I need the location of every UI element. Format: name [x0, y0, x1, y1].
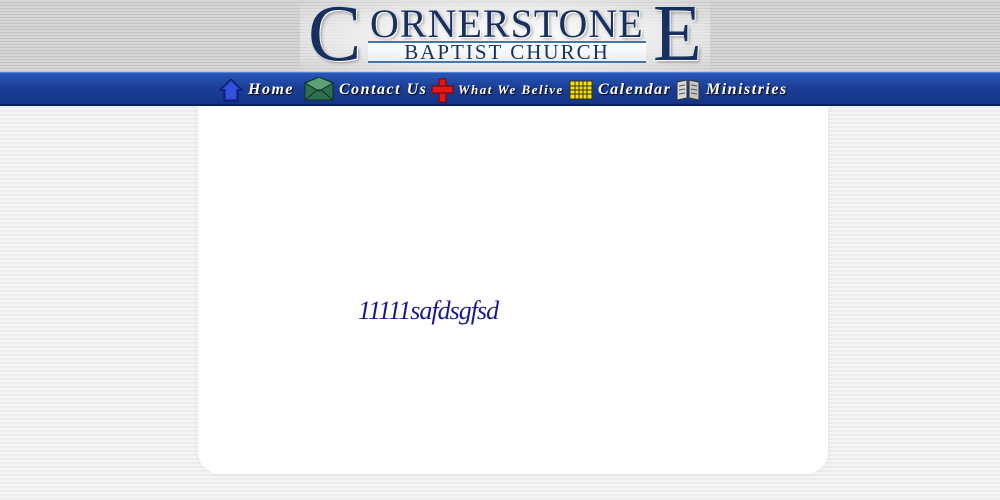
envelope-icon: [303, 76, 335, 103]
nav-item-contact-us[interactable]: Contact Us: [303, 75, 427, 105]
red-cross-icon: [430, 77, 454, 103]
main-content-panel: 11111safdsgfsd: [198, 106, 828, 474]
logo-first-letter: C: [308, 0, 361, 78]
home-icon: [218, 77, 244, 103]
nav-label-contact-us: Contact Us: [339, 81, 428, 98]
nav-label-calendar: Calendar: [598, 81, 672, 98]
logo-wordmark: C ORNERSTONE E BAPTIST CHURCH: [308, 0, 708, 78]
nav-item-home[interactable]: Home: [218, 75, 294, 105]
nav-item-ministries[interactable]: Ministries: [674, 75, 788, 105]
nav-label-what-we-believe: What We Belive: [458, 82, 564, 97]
logo-last-letter: E: [653, 0, 702, 78]
book-icon: [674, 77, 702, 103]
nav-item-calendar[interactable]: Calendar: [568, 75, 671, 105]
church-logo[interactable]: C ORNERSTONE E BAPTIST CHURCH: [300, 0, 710, 78]
nav-label-home: Home: [248, 81, 294, 98]
logo-title-middle: ORNERSTONE: [370, 1, 644, 46]
logo-subtitle: BAPTIST CHURCH: [368, 41, 646, 63]
nav-label-ministries: Ministries: [706, 81, 788, 98]
main-navigation: Home Contact Us What We Belive Calendar …: [0, 72, 1000, 106]
calendar-icon: [568, 77, 594, 103]
site-header: C ORNERSTONE E BAPTIST CHURCH: [0, 0, 1000, 78]
nav-item-what-we-believe[interactable]: What We Belive: [430, 75, 564, 105]
body-text: 11111safdsgfsd: [358, 296, 499, 325]
